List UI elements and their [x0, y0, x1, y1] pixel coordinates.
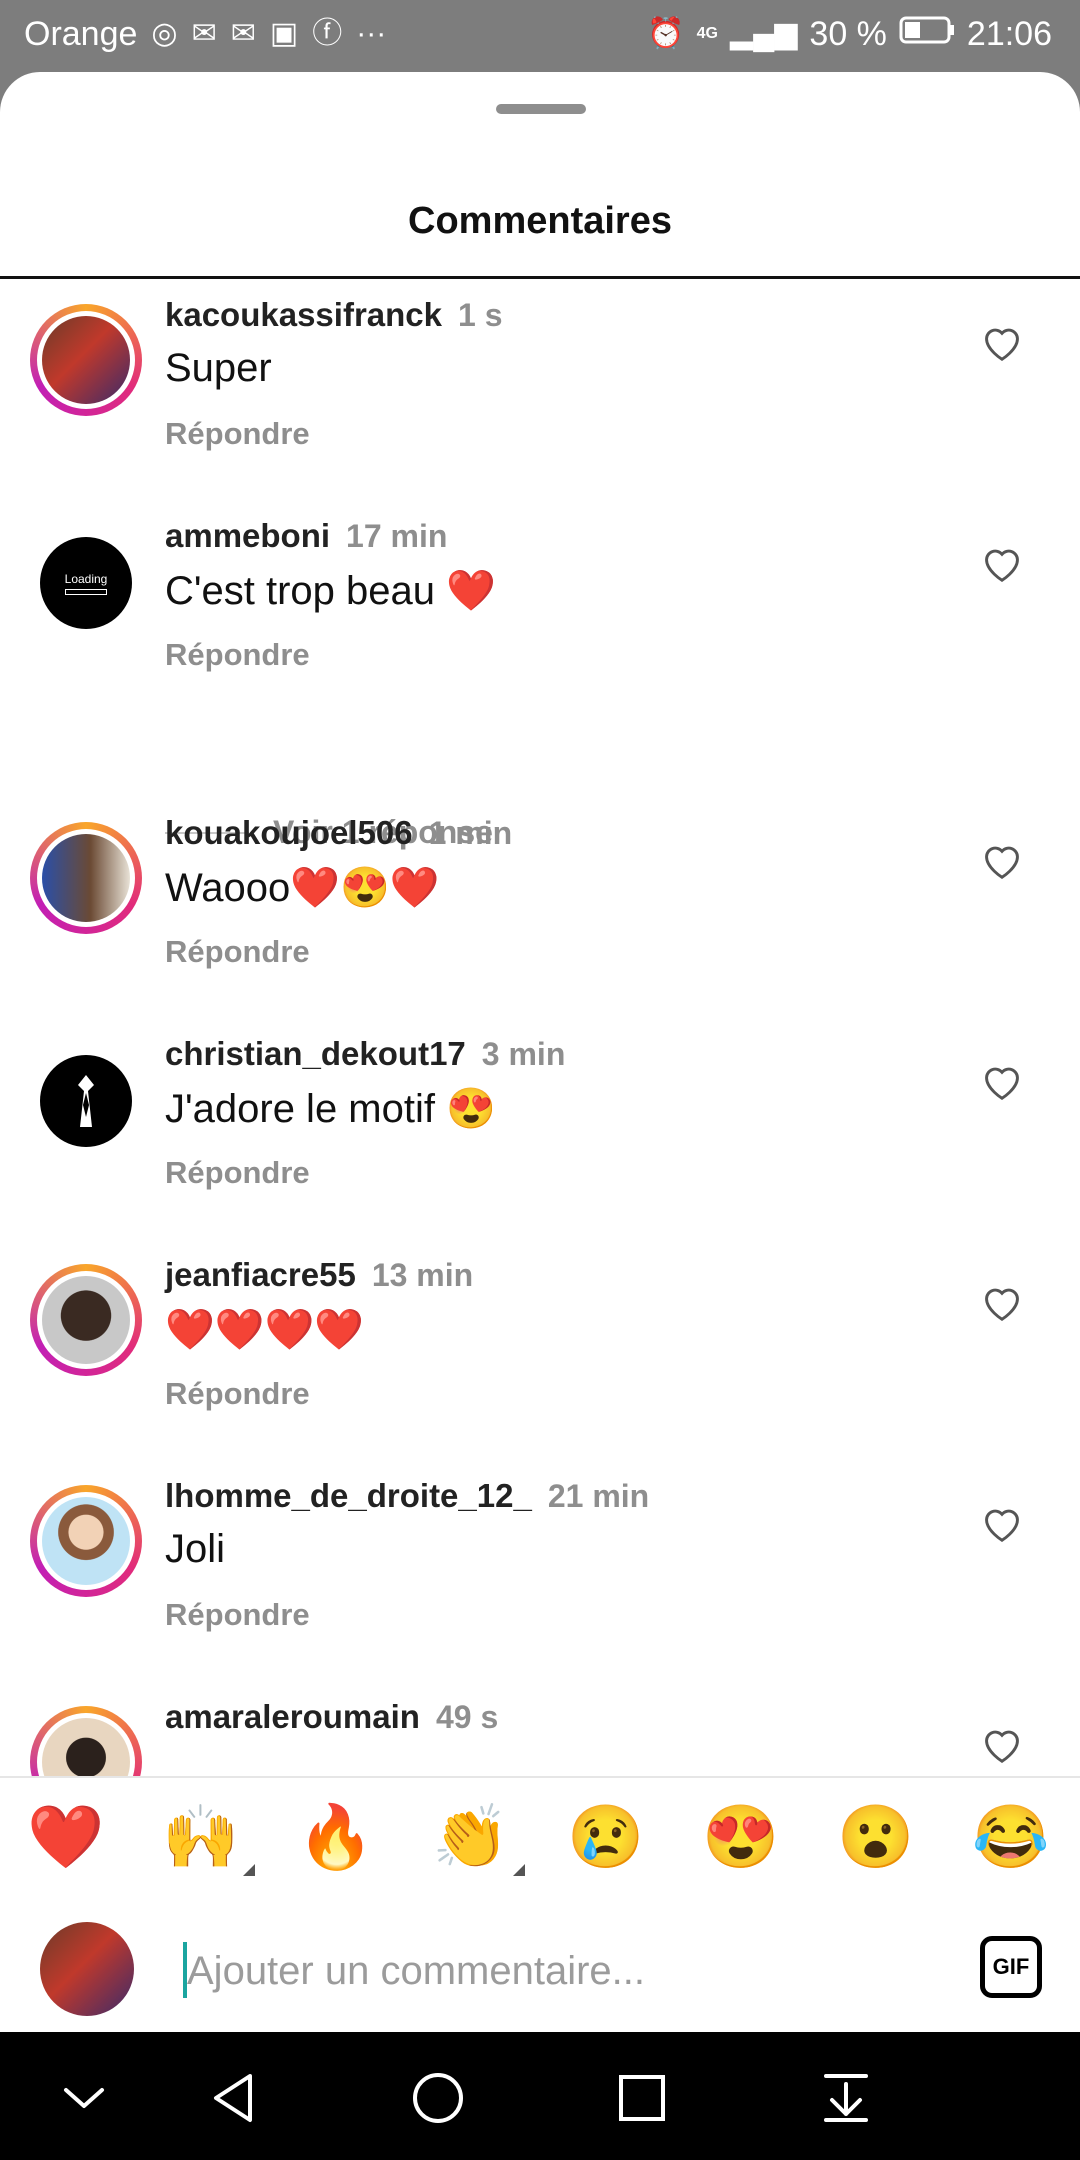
reaction-clapping[interactable]: 👏 — [431, 1798, 525, 1878]
avatar[interactable] — [30, 304, 142, 416]
current-user-avatar — [40, 1922, 134, 2016]
comment-item: kacoukassifranck 1 s Super Répondre — [0, 294, 1080, 494]
comment-time: 3 min — [481, 1036, 566, 1072]
comment-input-bar: GIF — [0, 1902, 1080, 2032]
username-text[interactable]: kouakoujoel506 — [165, 814, 413, 851]
comment-item: christian_dekout17 3 min J'adore le motif… — [0, 1033, 1080, 1233]
comments-sheet: Commentaires kacoukassifranck 1 s Super R… — [0, 72, 1080, 2032]
gif-button[interactable]: GIF — [980, 1936, 1042, 1998]
home-icon[interactable] — [406, 2066, 470, 2130]
notification-pull-down-icon[interactable] — [814, 2066, 878, 2130]
facebook-icon: ⓕ — [312, 17, 343, 50]
avatar[interactable] — [30, 1485, 142, 1597]
reaction-heart[interactable]: ❤️ — [26, 1798, 106, 1878]
reply-button[interactable]: Répondre — [165, 1376, 310, 1412]
loading-bar-icon — [65, 588, 107, 595]
comment-item: Loading ammeboni 17 min C'est trop beau ❤… — [0, 515, 1080, 715]
reaction-heart-eyes[interactable]: 😍 — [701, 1798, 781, 1878]
reply-button[interactable]: Répondre — [165, 1155, 310, 1191]
comment-text: C'est trop beau ❤️ — [165, 569, 496, 613]
system-nav-bar — [0, 2032, 1080, 2160]
title-divider — [0, 276, 1080, 279]
raising-hands-emoji: 🙌 — [162, 1803, 240, 1872]
like-heart-icon[interactable] — [980, 1503, 1024, 1543]
status-bar: Orange ◎ ✉ ✉ ▣ ⓕ ··· ⏰ 4G ▂▄▆ 30 % 21:06 — [0, 0, 1080, 72]
username-text[interactable]: jeanfiacre55 — [165, 1256, 356, 1293]
comment-text: Waooo❤️😍❤️ — [165, 866, 440, 910]
comment-input[interactable] — [185, 1932, 949, 2010]
comment-time: 1 min — [428, 815, 513, 851]
reaction-crying[interactable]: 😢 — [566, 1798, 646, 1878]
gmail-icon: ✉ — [230, 17, 256, 50]
comment-time: 21 min — [547, 1478, 650, 1514]
comment-text: ❤️❤️❤️❤️ — [165, 1308, 365, 1352]
reply-button[interactable]: Répondre — [165, 416, 310, 452]
quick-reactions-bar: ❤️ 🙌 🔥 👏 😢 😍 😮 😂 — [0, 1776, 1080, 1904]
more-notifications-icon: ··· — [356, 17, 387, 50]
comment-time: 17 min — [346, 518, 448, 554]
reaction-laughing[interactable]: 😂 — [971, 1798, 1051, 1878]
reaction-fire[interactable]: 🔥 — [296, 1798, 376, 1878]
avatar[interactable]: Loading — [40, 537, 132, 629]
mail-icon: ✉ — [191, 17, 217, 50]
comment-username[interactable]: kouakoujoel506 1 min — [165, 814, 512, 852]
avatar[interactable] — [30, 822, 142, 934]
avatar[interactable] — [30, 1264, 142, 1376]
username-text[interactable]: christian_dekout17 — [165, 1035, 466, 1072]
reply-button[interactable]: Répondre — [165, 1597, 310, 1633]
avatar[interactable] — [40, 1055, 132, 1147]
comment-time: 1 s — [458, 297, 503, 333]
comment-time: 49 s — [435, 1699, 499, 1735]
comment-item: jeanfiacre55 13 min ❤️❤️❤️❤️ Répondre — [0, 1254, 1080, 1454]
comment-username[interactable]: christian_dekout17 3 min — [165, 1035, 565, 1073]
clock: 21:06 — [966, 14, 1052, 53]
drag-handle[interactable] — [496, 104, 586, 114]
recents-icon[interactable] — [610, 2066, 674, 2130]
comment-username[interactable]: kacoukassifranck 1 s — [165, 296, 503, 334]
like-heart-icon[interactable] — [980, 1061, 1024, 1101]
username-text[interactable]: amaraleroumain — [165, 1698, 420, 1735]
bag-icon: ▣ — [269, 17, 299, 50]
battery-percent: 30 % — [809, 14, 887, 53]
comment-username[interactable]: lhomme_de_droite_12_ 21 min — [165, 1477, 649, 1515]
signal-icon: ▂▄▆ — [730, 17, 798, 50]
whatsapp-icon: ◎ — [151, 17, 178, 50]
like-heart-icon[interactable] — [980, 322, 1024, 362]
reaction-surprised[interactable]: 😮 — [836, 1798, 916, 1878]
username-text[interactable]: ammeboni — [165, 517, 330, 554]
username-text[interactable]: kacoukassifranck — [165, 296, 442, 333]
reply-button[interactable]: Répondre — [165, 934, 310, 970]
skin-tone-indicator-icon — [243, 1864, 255, 1876]
comment-time: 13 min — [371, 1257, 474, 1293]
comment-text: J'adore le motif 😍 — [165, 1087, 496, 1131]
like-heart-icon[interactable] — [980, 1282, 1024, 1322]
comment-username[interactable]: amaraleroumain 49 s — [165, 1698, 498, 1736]
avatar-text: Loading — [64, 571, 108, 586]
alarm-icon: ⏰ — [647, 17, 685, 50]
comment-username[interactable]: ammeboni 17 min — [165, 517, 447, 555]
like-heart-icon[interactable] — [980, 1724, 1024, 1764]
reaction-raising-hands[interactable]: 🙌 — [161, 1798, 255, 1878]
battery-icon — [899, 15, 955, 54]
reply-button[interactable]: Répondre — [165, 637, 310, 673]
comment-username[interactable]: jeanfiacre55 13 min — [165, 1256, 473, 1294]
back-icon[interactable] — [202, 2066, 266, 2130]
comment-item: lhomme_de_droite_12_ 21 min Joli Répondre — [0, 1475, 1080, 1675]
carrier-label: Orange — [24, 14, 138, 53]
username-text[interactable]: lhomme_de_droite_12_ — [165, 1477, 532, 1514]
like-heart-icon[interactable] — [980, 543, 1024, 583]
suit-silhouette-icon — [78, 1075, 94, 1127]
comment-text: Joli — [165, 1527, 226, 1571]
network-type: 4G — [696, 25, 718, 42]
comment-item: kouakoujoel506 1 min Waooo❤️😍❤️ Répondre — [0, 812, 1080, 1012]
skin-tone-indicator-icon — [513, 1864, 525, 1876]
chevron-down-icon[interactable] — [52, 2066, 116, 2130]
sheet-title: Commentaires — [408, 200, 672, 242]
comments-list[interactable]: kacoukassifranck 1 s Super Répondre Loadi… — [0, 294, 1080, 1844]
clapping-emoji: 👏 — [432, 1803, 510, 1872]
like-heart-icon[interactable] — [980, 840, 1024, 880]
comment-text: Super — [165, 346, 272, 390]
